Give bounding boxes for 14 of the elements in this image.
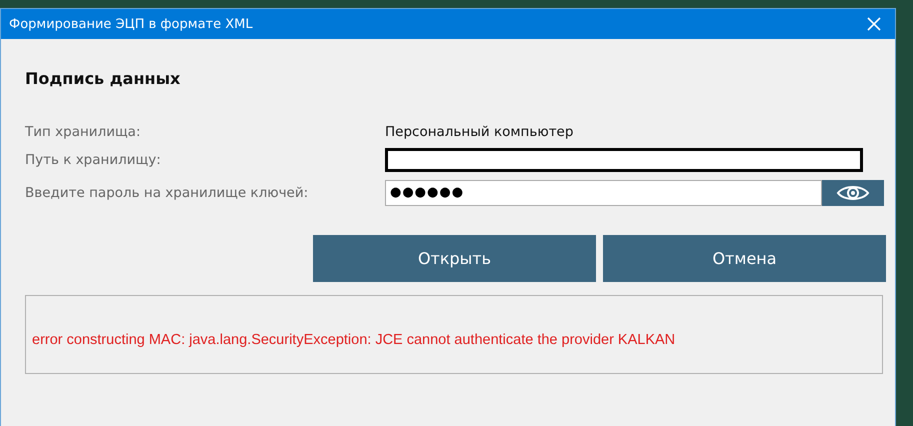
dialog-button[interactable]: Открыть <box>313 235 596 282</box>
password-field[interactable]: ●●●●●● <box>385 180 822 206</box>
eye-icon <box>836 183 870 203</box>
field-label: Путь к хранилищу: <box>25 152 162 168</box>
window-title: Формирование ЭЦП в формате XML <box>9 16 253 32</box>
field-value: Персональный компьютер <box>385 124 574 140</box>
dialog-button[interactable]: Отмена <box>603 235 886 282</box>
close-icon <box>867 17 881 31</box>
field-label: Тип хранилища: <box>25 124 142 140</box>
section-heading: Подпись данных <box>25 69 182 88</box>
error-message: error constructing MAC: java.lang.SecurityException: JCE cannot authenticate the provider KALKAN <box>32 332 676 348</box>
field-label: Введите пароль на хранилище ключей: <box>25 185 310 201</box>
path-field[interactable] <box>385 148 863 172</box>
show-password-button[interactable] <box>822 180 884 206</box>
